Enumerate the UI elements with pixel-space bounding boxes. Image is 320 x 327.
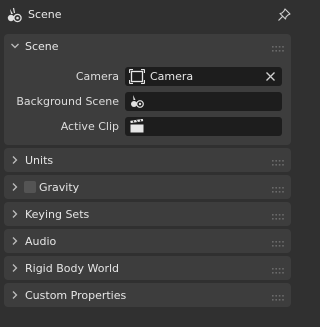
background-scene-field[interactable]: [125, 92, 282, 111]
background-scene-label: Background Scene: [16, 95, 119, 108]
pin-icon[interactable]: [276, 7, 292, 23]
panel-units[interactable]: Units: [4, 148, 291, 172]
panel-header-rigid-body-world[interactable]: Rigid Body World: [4, 256, 291, 281]
panel-audio[interactable]: Audio: [4, 229, 291, 253]
drag-handle-icon[interactable]: [272, 157, 284, 166]
gravity-checkbox[interactable]: [24, 181, 36, 193]
chevron-right-icon: [10, 209, 20, 219]
panel-keying-sets[interactable]: Keying Sets: [4, 202, 291, 226]
chevron-right-icon: [10, 155, 20, 165]
panel-header-custom-properties[interactable]: Custom Properties: [4, 283, 291, 308]
drag-handle-icon[interactable]: [272, 238, 284, 247]
active-clip-row: Active Clip: [4, 117, 291, 137]
panel-header-scene[interactable]: Scene: [4, 34, 291, 59]
camera-icon: [128, 68, 146, 85]
panel-label: Audio: [25, 235, 57, 248]
panel-header-audio[interactable]: Audio: [4, 229, 291, 254]
panel-gravity[interactable]: Gravity: [4, 175, 291, 199]
active-clip-field[interactable]: [125, 117, 282, 136]
background-scene-row: Background Scene: [4, 92, 291, 112]
panel-label: Keying Sets: [25, 208, 90, 221]
panel-custom-properties[interactable]: Custom Properties: [4, 283, 291, 307]
panel-header-units[interactable]: Units: [4, 148, 291, 173]
chevron-down-icon: [10, 41, 20, 51]
camera-value: Camera: [150, 70, 194, 83]
properties-header: Scene: [0, 0, 299, 30]
panel-label: Custom Properties: [25, 289, 127, 302]
panel-header-keying-sets[interactable]: Keying Sets: [4, 202, 291, 227]
drag-handle-icon[interactable]: [272, 184, 284, 193]
drag-handle-icon[interactable]: [272, 292, 284, 301]
chevron-right-icon: [10, 263, 20, 273]
properties-editor: Scene Scene Camera Camera Background Sce…: [0, 0, 299, 327]
panel-label: Rigid Body World: [25, 262, 120, 275]
drag-handle-icon[interactable]: [272, 265, 284, 274]
active-clip-label: Active Clip: [60, 120, 119, 133]
panel-scene: Scene Camera Camera Background Scene Act…: [4, 34, 291, 145]
clip-icon: [129, 118, 145, 134]
chevron-right-icon: [10, 182, 20, 192]
camera-field[interactable]: Camera: [125, 67, 282, 86]
panel-header-gravity[interactable]: Gravity: [4, 175, 291, 200]
editor-title: Scene: [28, 8, 62, 21]
scene-icon: [129, 94, 145, 109]
drag-handle-icon[interactable]: [272, 43, 284, 52]
scene-icon: [5, 6, 23, 24]
panel-label: Scene: [25, 40, 59, 53]
chevron-right-icon: [10, 290, 20, 300]
panel-label: Gravity: [39, 181, 80, 194]
close-icon[interactable]: [265, 71, 276, 82]
camera-label: Camera: [75, 70, 119, 83]
panel-rigid-body-world[interactable]: Rigid Body World: [4, 256, 291, 280]
panel-label: Units: [25, 154, 54, 167]
chevron-right-icon: [10, 236, 20, 246]
camera-row: Camera Camera: [4, 67, 291, 87]
drag-handle-icon[interactable]: [272, 211, 284, 220]
